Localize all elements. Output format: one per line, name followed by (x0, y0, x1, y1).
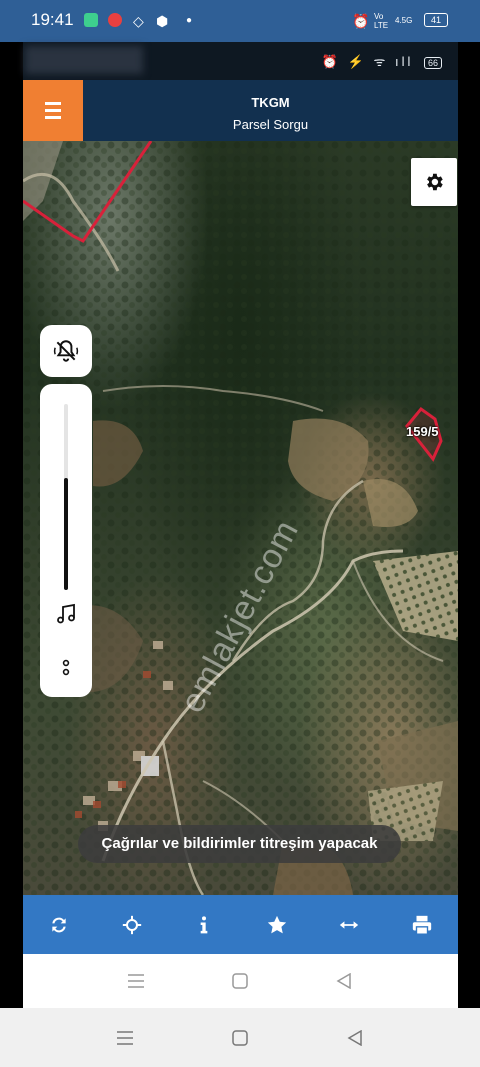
back-button[interactable] (325, 1008, 385, 1067)
volte-label: Vo LTE (374, 12, 389, 30)
back-icon (336, 973, 351, 989)
recent-apps-button[interactable] (95, 1008, 155, 1067)
blurred-area (25, 46, 143, 74)
hamburger-icon (45, 102, 61, 105)
home-button[interactable] (210, 1008, 270, 1067)
info-button[interactable] (184, 905, 224, 945)
battery-icon: 41 (424, 13, 448, 27)
network-label: 4.5G (395, 16, 413, 25)
app-status-bar: ⏰ ⚡ ᯤ ıll 66 (23, 42, 458, 80)
favorite-button[interactable] (257, 905, 297, 945)
status-time: 19:41 (31, 10, 74, 29)
page-title: TKGM (251, 95, 290, 110)
info-icon (200, 915, 208, 933)
volume-slider[interactable] (64, 404, 68, 590)
app-back-button[interactable] (314, 954, 374, 1008)
back-icon (347, 1029, 362, 1046)
dot-icon: ● (186, 15, 193, 26)
app-battery-icon: 66 (423, 57, 442, 69)
mute-toggle-button[interactable] (40, 325, 92, 377)
page-subtitle: Parsel Sorgu (232, 117, 309, 132)
gear-icon (427, 173, 443, 191)
refresh-icon (52, 917, 66, 932)
star-icon (267, 915, 286, 933)
system-navigation-bar (0, 1008, 480, 1067)
crosshair-icon (122, 915, 141, 934)
refresh-button[interactable] (39, 905, 79, 945)
alarm-icon: ⏰ (352, 13, 370, 29)
music-note-icon (57, 603, 75, 624)
volume-level (64, 478, 68, 590)
locate-button[interactable] (112, 905, 152, 945)
app-status-icons: ⏰ ⚡ ᯤ ıll 66 (322, 52, 442, 70)
status-bar: 19:41 ◇ ⬢ ● ⏰ Vo LTE 4.5G 41 (0, 0, 480, 42)
recent-apps-icon (117, 1030, 133, 1045)
app-header: TKGM Parsel Sorgu (23, 80, 458, 141)
app-navigation-bar (23, 954, 458, 1008)
print-icon (412, 915, 431, 935)
vodafone-icon (108, 13, 122, 27)
settings-button[interactable] (411, 158, 457, 206)
box-icon: ⬢ (156, 13, 169, 29)
menu-button[interactable] (23, 80, 83, 141)
app-notification-icon (84, 13, 98, 27)
bottom-toolbar (23, 895, 458, 954)
more-vertical-icon[interactable] (58, 656, 74, 680)
measure-icon (340, 920, 359, 929)
bell-off-icon (53, 340, 79, 362)
print-button[interactable] (402, 905, 442, 945)
toast-message: Çağrılar ve bildirimler titreşim yapacak (78, 825, 401, 863)
app-recent-button[interactable] (106, 954, 166, 1008)
measure-button[interactable] (329, 905, 369, 945)
parcel-label[interactable]: 159/5 (406, 424, 439, 439)
home-icon (232, 973, 248, 989)
volume-panel (40, 384, 92, 697)
home-icon (232, 1029, 248, 1046)
app-home-button[interactable] (210, 954, 270, 1008)
recent-apps-icon (128, 974, 144, 988)
tag-icon: ◇ (133, 13, 144, 29)
